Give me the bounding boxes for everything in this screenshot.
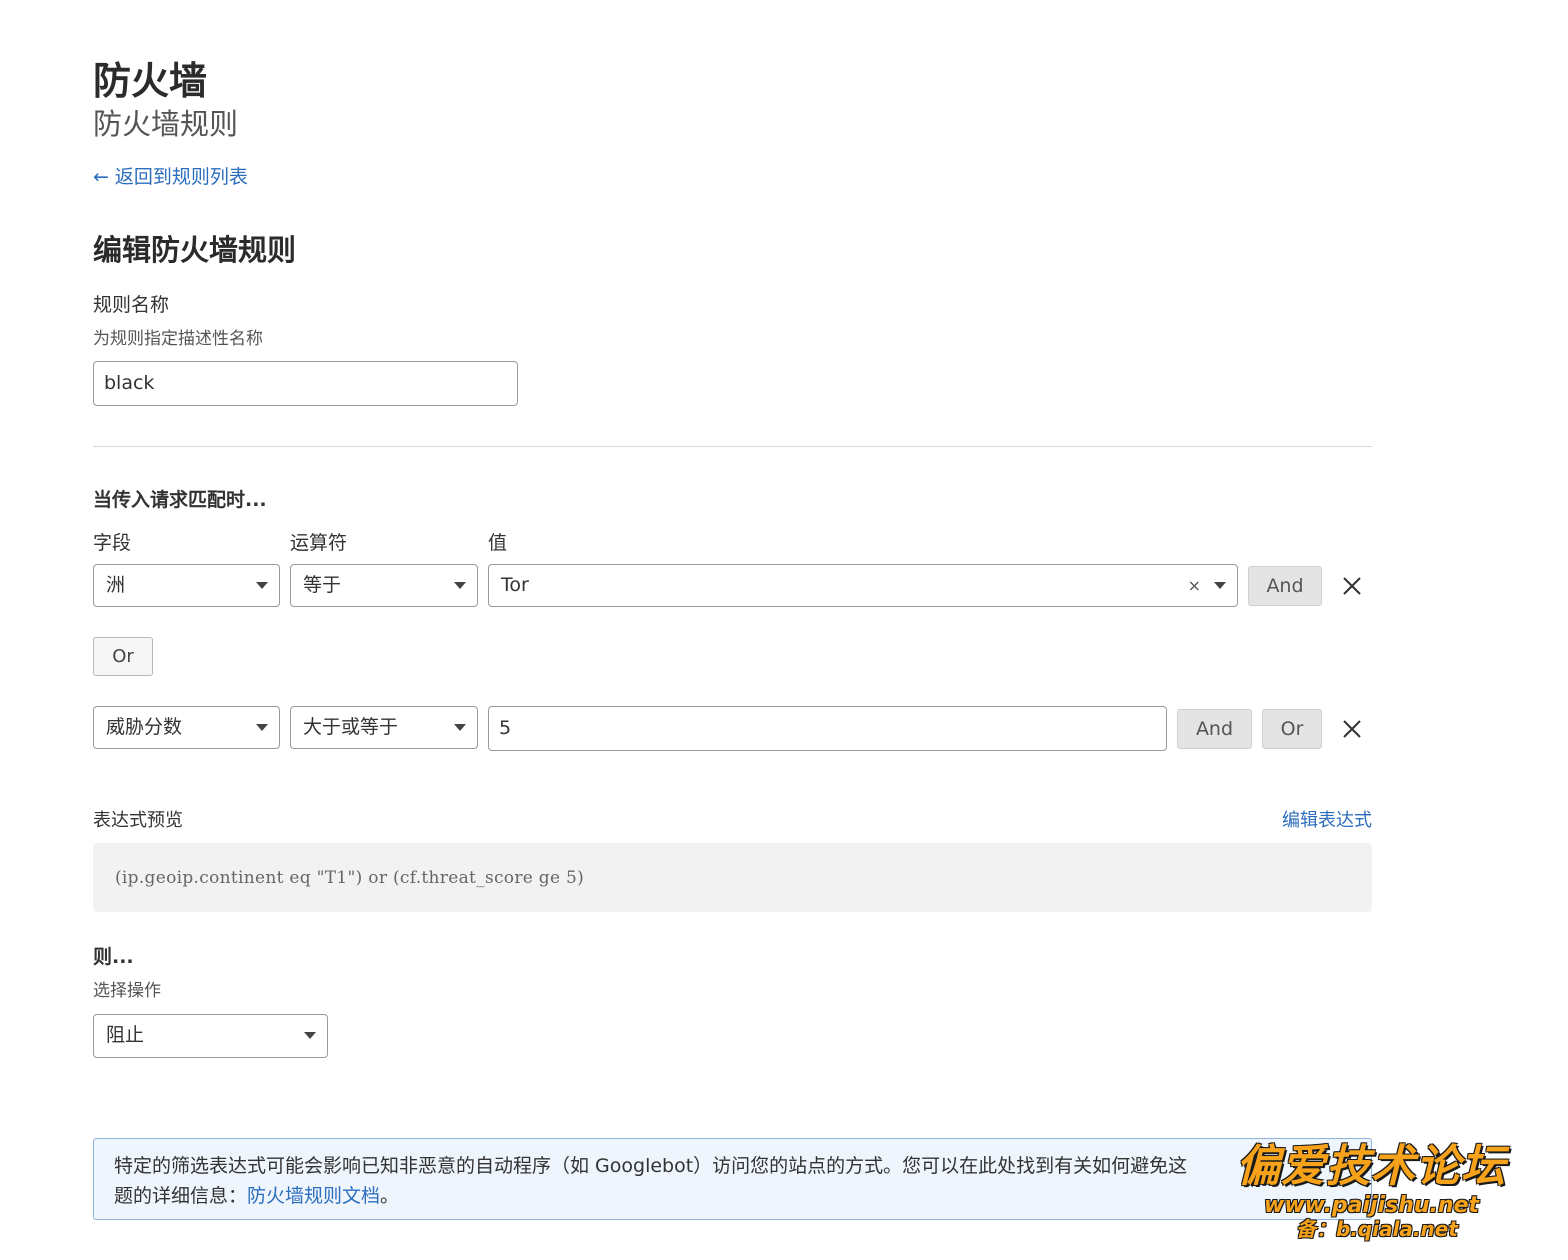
watermark-title: 偏爱技术论坛 <box>1236 1141 1506 1192</box>
value-input[interactable]: 5 <box>488 706 1167 751</box>
section-title: 编辑防火墙规则 <box>93 233 297 267</box>
value-select-value: Tor <box>501 574 529 596</box>
rule-name-input[interactable]: black <box>93 361 518 406</box>
operator-select[interactable]: 等于 <box>290 564 478 607</box>
page-subtitle: 防火墙规则 <box>93 107 239 141</box>
conditions-heading: 当传入请求匹配时... <box>93 489 267 511</box>
page-title: 防火墙 <box>93 59 208 103</box>
edit-expression-link[interactable]: 编辑表达式 <box>1282 808 1372 834</box>
column-value-label: 值 <box>488 532 508 554</box>
watermark-sub: 备：b.qiala.net <box>1296 1217 1458 1241</box>
or-button[interactable]: Or <box>1262 709 1322 749</box>
field-select[interactable]: 洲 <box>93 564 280 607</box>
field-select[interactable]: 威胁分数 <box>93 706 280 749</box>
back-to-rules-link[interactable]: ← 返回到规则列表 <box>93 163 248 191</box>
watermark-logo: 偏爱技术论坛 www.paijishu.net 备：b.qiala.net <box>1236 1140 1548 1242</box>
notice-text: 特定的筛选表达式可能会影响已知非恶意的自动程序（如 Googlebot）访问您的… <box>114 1151 1354 1211</box>
caret-down-icon <box>256 582 268 589</box>
watermark-url: www.paijishu.net <box>1264 1193 1480 1218</box>
remove-condition-icon[interactable] <box>1339 573 1365 599</box>
operator-select-value: 等于 <box>303 574 342 596</box>
expression-preview-box: (ip.geoip.continent eq "T1") or (cf.thre… <box>93 843 1372 912</box>
divider <box>93 446 1372 447</box>
expression-text: (ip.geoip.continent eq "T1") or (cf.thre… <box>115 868 585 888</box>
column-operator-label: 运算符 <box>290 532 348 554</box>
caret-down-icon <box>454 724 466 731</box>
field-select-value: 威胁分数 <box>106 716 183 738</box>
caret-down-icon <box>454 582 466 589</box>
caret-down-icon <box>304 1032 316 1039</box>
operator-select-value: 大于或等于 <box>303 716 399 738</box>
action-select[interactable]: 阻止 <box>93 1014 328 1058</box>
notice-end: 。 <box>380 1185 400 1207</box>
action-select-value: 阻止 <box>106 1024 145 1046</box>
arrow-left-icon: ← <box>93 166 109 188</box>
value-select[interactable]: Tor × <box>488 564 1238 607</box>
then-heading: 则... <box>93 946 134 968</box>
clear-icon[interactable]: × <box>1188 565 1201 606</box>
remove-condition-icon[interactable] <box>1339 716 1365 742</box>
caret-down-icon <box>256 724 268 731</box>
field-select-value: 洲 <box>106 574 126 596</box>
notice-line-1: 特定的筛选表达式可能会影响已知非恶意的自动程序（如 Googlebot）访问您的… <box>114 1155 1188 1177</box>
firewall-docs-link[interactable]: 防火墙规则文档 <box>247 1185 380 1207</box>
and-button[interactable]: And <box>1177 709 1252 749</box>
expression-preview-label: 表达式预览 <box>93 810 183 831</box>
operator-select[interactable]: 大于或等于 <box>290 706 478 749</box>
info-notice: 特定的筛选表达式可能会影响已知非恶意的自动程序（如 Googlebot）访问您的… <box>93 1138 1372 1220</box>
notice-line-2: 题的详细信息： <box>114 1185 248 1207</box>
back-link-label: 返回到规则列表 <box>114 166 248 188</box>
or-group-button[interactable]: Or <box>93 637 153 676</box>
action-label: 选择操作 <box>93 981 161 1001</box>
caret-down-icon <box>1214 582 1226 589</box>
and-button[interactable]: And <box>1248 566 1322 606</box>
rule-name-help: 为规则指定描述性名称 <box>93 329 263 349</box>
rule-name-label: 规则名称 <box>93 294 170 316</box>
column-field-label: 字段 <box>93 532 132 554</box>
